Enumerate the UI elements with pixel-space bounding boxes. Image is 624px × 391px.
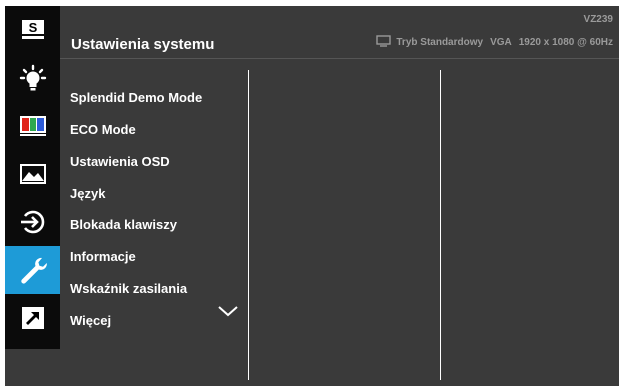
sidebar-item-system-setup[interactable] <box>5 246 60 294</box>
osd-window: S Ustawienia systemu VZ239 Tryb Standard… <box>5 6 619 386</box>
sidebar-item-image[interactable] <box>5 150 60 198</box>
shortcut-arrow-icon <box>21 307 44 329</box>
status-bar: Tryb Standardowy VGA 1920 x 1080 @ 60Hz <box>376 35 613 50</box>
menu-item-eco-mode[interactable]: ECO Mode <box>70 117 136 143</box>
menu-item-osd-setup[interactable]: Ustawienia OSD <box>70 149 170 175</box>
sidebar-item-bluelight[interactable] <box>5 54 60 102</box>
sidebar-item-input[interactable] <box>5 198 60 246</box>
sidebar-item-color[interactable] <box>5 102 60 150</box>
menu-item-language[interactable]: Język <box>70 181 105 207</box>
page-title: Ustawienia systemu <box>71 36 215 53</box>
color-bars-icon <box>19 116 46 136</box>
sidebar-item-shortcut[interactable] <box>5 294 60 342</box>
menu-item-power-indicator[interactable]: Wskaźnik zasilania <box>70 276 187 302</box>
monitor-icon <box>376 35 392 50</box>
menu-item-splendid-demo-mode[interactable]: Splendid Demo Mode <box>70 85 202 111</box>
status-resolution: 1920 x 1080 @ 60Hz <box>518 37 613 48</box>
model-name: VZ239 <box>583 14 613 25</box>
sidebar: S <box>5 6 60 349</box>
menu-list: Splendid Demo Mode ECO Mode Ustawienia O… <box>60 59 248 386</box>
image-landscape-icon <box>19 164 46 184</box>
column-divider-right <box>440 70 441 380</box>
menu-item-more[interactable]: Więcej <box>70 308 111 334</box>
menu-item-information[interactable]: Informacje <box>70 244 136 270</box>
bluelight-bulb-icon <box>19 64 46 91</box>
status-input: VGA <box>490 37 512 48</box>
header: Ustawienia systemu VZ239 Tryb Standardow… <box>60 6 619 58</box>
wrench-icon <box>20 257 47 284</box>
sidebar-item-splendid[interactable]: S <box>5 6 60 54</box>
input-select-icon <box>20 210 44 234</box>
chevron-down-icon[interactable] <box>218 306 238 317</box>
column-divider-left <box>248 70 249 380</box>
svg-text:S: S <box>28 20 37 35</box>
menu-item-key-lock[interactable]: Blokada klawiszy <box>70 212 177 238</box>
splendid-s-icon: S <box>21 20 44 39</box>
status-mode: Tryb Standardowy <box>396 37 484 48</box>
